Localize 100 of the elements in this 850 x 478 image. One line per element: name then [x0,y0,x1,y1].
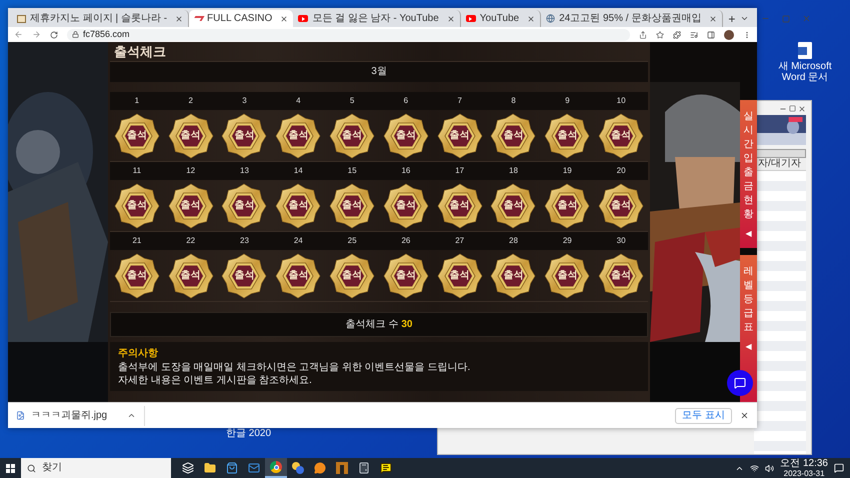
count-label: 출석체크 수 [346,320,398,330]
avatar[interactable] [724,30,734,40]
close-icon[interactable] [280,14,288,22]
day-number: 18 [508,165,519,177]
bubbles-icon[interactable] [292,462,304,474]
notice-title: 주의사항 [118,347,159,360]
day-number: 20 [616,165,627,177]
day-number: 16 [400,165,412,177]
attendance-stamp: 출석 [168,182,214,228]
network-icon[interactable] [750,464,760,472]
day-number: 1 [134,95,140,107]
extensions-icon[interactable] [673,30,681,38]
address-bar[interactable]: fc7856.com [67,28,630,40]
attendance-stamp: 출석 [275,252,322,298]
day-number: 6 [402,95,410,107]
close-icon[interactable] [527,14,536,22]
close-icon[interactable] [798,105,806,113]
attendance-stamp: 출석 [490,182,536,228]
day-number: 19 [562,165,573,177]
store-icon[interactable] [226,462,238,474]
calculator-icon[interactable] [358,462,370,474]
app-icon[interactable] [336,462,348,474]
day-number: 21 [131,235,142,247]
clock[interactable]: 오전 12:36 2023-03-31 [780,458,828,478]
day-number: 5 [348,95,356,107]
day-number: 24 [292,235,304,247]
share-icon[interactable] [639,30,647,38]
attendance-stamp: 출석 [329,182,376,228]
attendance-stamp: 출석 [114,252,160,298]
attendance-stamp: 출석 [598,182,644,228]
day-number: 7 [456,95,463,107]
count-value: 30 [401,320,412,330]
close-icon[interactable] [709,14,718,22]
talk-icon[interactable] [380,462,392,474]
forward-icon[interactable] [32,30,41,39]
notice-text: 자세한 내용은 이벤트 게시판을 참조하세요. [118,375,313,386]
day-number: 14 [292,165,304,177]
close-icon[interactable] [740,411,749,420]
attendance-stamp: 출석 [490,112,536,158]
download-item[interactable]: ㅋㅋㅋ괴물쥐.jpg [16,406,146,426]
day-number: 25 [346,235,358,247]
notifications-icon[interactable] [834,463,844,473]
attendance-stamp: 출석 [221,112,268,158]
back-icon[interactable] [14,30,23,39]
new-tab-button[interactable]: + [723,10,740,27]
windows-logo-icon[interactable] [6,464,15,472]
play-icon [298,15,308,22]
caret-icon[interactable] [127,411,136,420]
search-field[interactable] [754,149,806,158]
attendance-stamp: 출석 [329,112,376,158]
bookmark-star-icon[interactable] [656,30,664,38]
attendance-stamp: 출석 [221,252,268,298]
desktop-icon-label[interactable]: 새 Microsoft Word 문서 [768,61,842,83]
attendance-stamp: 출석 [598,252,644,298]
chat-icon [734,377,746,389]
volume-icon[interactable] [765,464,774,472]
browser-tab[interactable]: FULL CASINO [189,10,294,27]
attendance-stamp: 출석 [490,252,536,298]
mail-icon[interactable] [248,462,260,474]
day-number: 9 [564,95,571,107]
attendance-stamp: 출석 [114,112,160,158]
search-icon [27,464,36,472]
logo-icon [192,16,204,21]
day-number: 28 [508,235,519,247]
attendance-stamp: 출석 [275,112,322,158]
maximize-icon[interactable] [789,105,796,112]
chrome-icon[interactable] [270,461,282,473]
close-icon[interactable] [446,14,455,22]
folder-icon[interactable] [204,462,216,474]
close-icon[interactable] [175,14,184,22]
side-tab[interactable]: 실시간입출금현황 ◀ [740,100,757,248]
attendance-stamp: 출석 [382,252,429,298]
word-file-icon[interactable] [798,42,812,59]
attendance-stamp: 출석 [544,182,590,228]
attendance-stamp: 출석 [114,182,160,228]
chat-icon[interactable] [314,462,326,474]
day-number: 3 [241,95,248,107]
attendance-stamp: 출석 [168,252,214,298]
taskbar-app[interactable] [265,458,287,478]
attendance-stamp: 출석 [436,112,483,158]
globe-icon [546,14,556,23]
attendance-stamp: 출석 [382,182,429,228]
tab-search-icon[interactable] [740,14,750,23]
day-number: 23 [239,235,250,247]
media-icon[interactable] [690,30,698,38]
attendance-stamp: 출석 [275,182,322,228]
attendance-stamp: 출석 [544,112,590,158]
day-number: 27 [454,235,466,247]
side-tab[interactable]: 레벨등급표 ◀ [740,255,757,402]
taskbar-search-field[interactable]: 찾기 [21,458,171,478]
day-number: 17 [454,165,466,177]
attendance-stamp: 출석 [598,112,644,158]
show-all-button[interactable]: 모두 표시 [675,408,732,424]
side-panel-icon[interactable] [707,30,715,38]
attendance-stamp: 출석 [436,252,483,298]
play-icon [466,15,476,22]
desktop-icon-label[interactable]: 한글 2020 [226,429,272,439]
reload-icon[interactable] [50,30,58,38]
task-view-icon[interactable] [182,462,194,474]
file-icon [16,411,25,420]
